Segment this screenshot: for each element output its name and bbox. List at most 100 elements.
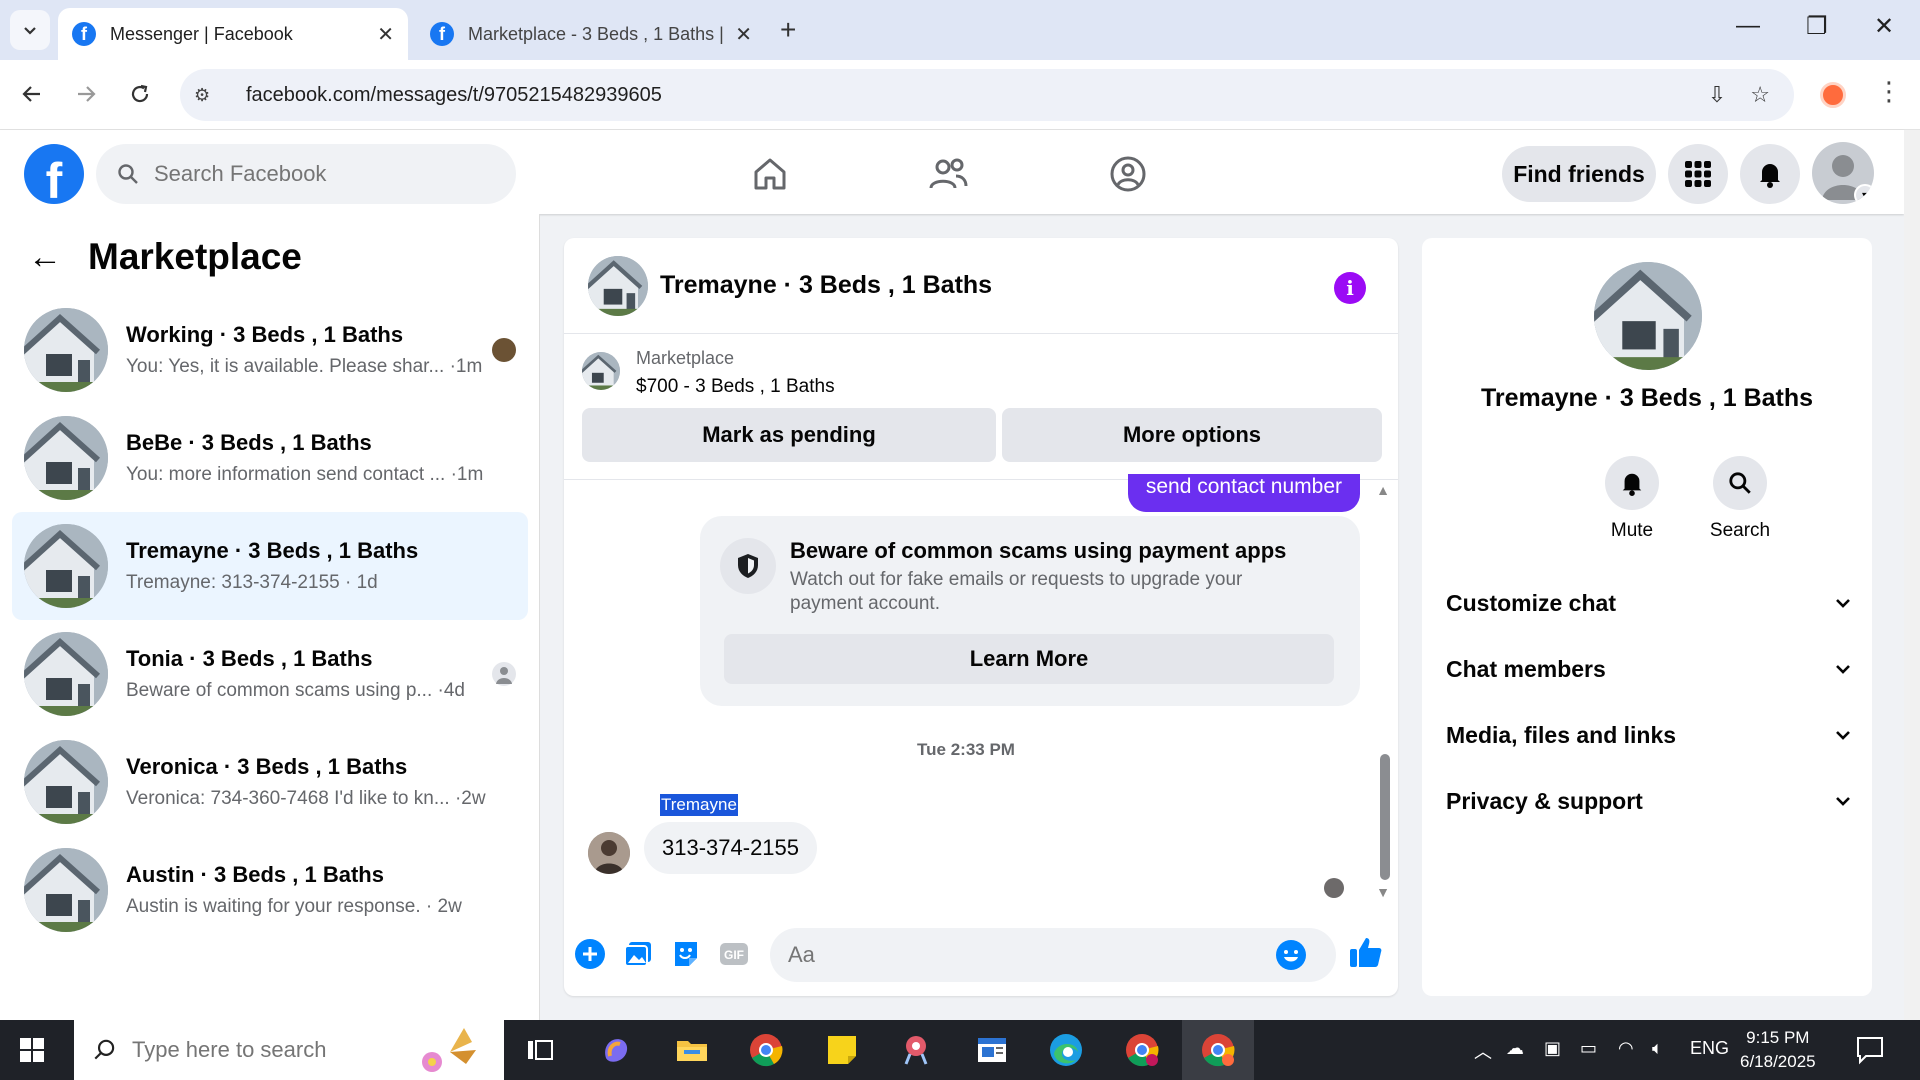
- search-action[interactable]: Search: [1700, 456, 1780, 542]
- extension-icon[interactable]: [1820, 82, 1846, 108]
- seen-avatar: [492, 338, 516, 362]
- minimize-icon[interactable]: —: [1736, 12, 1760, 40]
- chat-panel: Tremayne · 3 Beds , 1 Baths i Marketplac…: [564, 238, 1398, 996]
- page-scrollbar[interactable]: [1904, 130, 1920, 1020]
- tab-messenger[interactable]: f Messenger | Facebook ✕: [58, 8, 408, 60]
- arrow-right-icon: [78, 86, 96, 102]
- back-arrow-icon[interactable]: ←: [28, 238, 62, 277]
- site-settings-icon[interactable]: ⚙: [194, 85, 224, 106]
- customize-chat-row[interactable]: Customize chat: [1446, 578, 1852, 628]
- privacy-support-row[interactable]: Privacy & support: [1446, 776, 1852, 826]
- mute-action[interactable]: Mute: [1592, 456, 1672, 542]
- restore-icon[interactable]: ❐: [1806, 12, 1828, 41]
- show-hidden-icons[interactable]: ︿: [1474, 1038, 1492, 1064]
- media-files-links-row[interactable]: Media, files and links: [1446, 710, 1852, 760]
- facebook-search-input[interactable]: [154, 161, 474, 187]
- page-title: Marketplace: [88, 236, 302, 277]
- emoji-icon[interactable]: [1276, 940, 1306, 970]
- conversation-item[interactable]: BeBe · 3 Beds , 1 Baths You: more informa…: [12, 404, 528, 512]
- chat-header: Tremayne · 3 Beds , 1 Baths i: [564, 238, 1398, 334]
- notification-center-icon[interactable]: [1852, 1032, 1888, 1068]
- taskbar-search-input[interactable]: [132, 1037, 392, 1063]
- url-text[interactable]: facebook.com/messages/t/9705215482939605: [246, 84, 1708, 107]
- sticker-icon[interactable]: [670, 938, 702, 970]
- photo-icon[interactable]: [622, 938, 654, 970]
- reload-button[interactable]: [120, 74, 160, 114]
- sent-message-bubble[interactable]: send contact number: [1127, 474, 1360, 512]
- address-bar[interactable]: ⚙ facebook.com/messages/t/97052154829396…: [180, 69, 1794, 121]
- friends-icon[interactable]: [926, 152, 970, 196]
- snipping-tool-icon[interactable]: [898, 1032, 934, 1068]
- gif-icon[interactable]: GIF: [718, 938, 750, 970]
- close-window-icon[interactable]: ✕: [1874, 12, 1894, 41]
- copilot-icon[interactable]: [598, 1032, 634, 1068]
- thumbs-up-icon[interactable]: [1348, 934, 1384, 970]
- notifications-button[interactable]: [1740, 144, 1800, 204]
- close-tab-icon[interactable]: ✕: [377, 22, 394, 47]
- more-options-button[interactable]: More options: [1002, 408, 1382, 462]
- chat-members-row[interactable]: Chat members: [1446, 644, 1852, 694]
- account-avatar[interactable]: ▾: [1812, 142, 1874, 204]
- conversation-item[interactable]: Working · 3 Beds , 1 Baths You: Yes, it i…: [12, 296, 528, 404]
- close-tab-icon[interactable]: ✕: [735, 22, 752, 47]
- security-icon[interactable]: ▣: [1544, 1038, 1561, 1059]
- house-thumbnail: [24, 308, 108, 392]
- tab-title: Marketplace - 3 Beds , 1 Baths |: [468, 23, 724, 44]
- taskbar-search[interactable]: [74, 1020, 504, 1080]
- groups-icon[interactable]: [1106, 152, 1150, 196]
- listing-thumbnail[interactable]: [582, 352, 620, 390]
- chrome-icon[interactable]: [748, 1032, 784, 1068]
- conversation-item[interactable]: Tonia · 3 Beds , 1 Baths Beware of common…: [12, 620, 528, 728]
- chrome-profile-icon[interactable]: [1124, 1032, 1160, 1068]
- forward-button[interactable]: [66, 74, 106, 114]
- home-icon[interactable]: [748, 152, 792, 196]
- menu-button[interactable]: [1668, 144, 1728, 204]
- task-view-icon[interactable]: [522, 1032, 558, 1068]
- wifi-icon[interactable]: ◠: [1618, 1038, 1634, 1059]
- scroll-down-icon[interactable]: ▼: [1376, 884, 1390, 900]
- sender-avatar[interactable]: [588, 832, 630, 874]
- scroll-up-icon[interactable]: ▲: [1376, 482, 1390, 498]
- bookmark-star-icon[interactable]: ☆: [1750, 82, 1770, 108]
- onedrive-icon[interactable]: ☁: [1506, 1038, 1524, 1059]
- message-input-container[interactable]: [770, 928, 1336, 982]
- conversation-item[interactable]: Austin · 3 Beds , 1 Baths Austin is waiti…: [12, 836, 528, 944]
- learn-more-button[interactable]: Learn More: [724, 634, 1334, 684]
- info-house-avatar[interactable]: [1594, 262, 1702, 370]
- tab-search-button[interactable]: [10, 10, 50, 50]
- arrow-left-icon: [22, 86, 40, 102]
- chrome-active-icon[interactable]: [1200, 1032, 1236, 1068]
- install-app-icon[interactable]: ⇩: [1708, 82, 1726, 108]
- taskbar-clock[interactable]: 9:15 PM 6/18/2025: [1740, 1026, 1816, 1074]
- find-friends-button[interactable]: Find friends: [1502, 146, 1656, 202]
- chat-title[interactable]: Tremayne · 3 Beds , 1 Baths: [660, 271, 992, 300]
- language-indicator[interactable]: ENG: [1690, 1038, 1729, 1059]
- back-button[interactable]: [12, 74, 52, 114]
- plus-circle-icon[interactable]: [574, 938, 606, 970]
- conversation-name: BeBe · 3 Beds , 1 Baths: [126, 430, 372, 455]
- section-label: Privacy & support: [1446, 787, 1643, 814]
- conversation-snippet: Veronica: 734-360-7468 I'd like to kn...…: [126, 788, 486, 809]
- mark-as-pending-button[interactable]: Mark as pending: [582, 408, 996, 462]
- sticky-notes-icon[interactable]: [824, 1032, 860, 1068]
- battery-icon[interactable]: ▭: [1580, 1038, 1597, 1059]
- received-message-bubble[interactable]: 313-374-2155: [644, 822, 818, 874]
- edge-icon[interactable]: [1048, 1032, 1084, 1068]
- facebook-search[interactable]: [96, 144, 516, 204]
- browser-menu-icon[interactable]: ⋮: [1876, 76, 1902, 107]
- chat-scrollbar-thumb[interactable]: [1380, 754, 1390, 880]
- news-app-icon[interactable]: [974, 1032, 1010, 1068]
- info-icon[interactable]: i: [1334, 272, 1366, 304]
- volume-icon[interactable]: 🔈︎: [1652, 1038, 1663, 1059]
- search-icon: [118, 164, 138, 184]
- windows-start-icon[interactable]: [20, 1038, 44, 1062]
- tab-marketplace[interactable]: f Marketplace - 3 Beds , 1 Baths | ✕: [416, 8, 766, 60]
- facebook-logo-icon[interactable]: f: [24, 144, 84, 204]
- file-explorer-icon[interactable]: [674, 1032, 710, 1068]
- chat-house-thumbnail[interactable]: [588, 255, 648, 316]
- listing-price[interactable]: $700 - 3 Beds , 1 Baths: [636, 376, 835, 398]
- message-input[interactable]: [788, 942, 1238, 968]
- conversation-item[interactable]: Veronica · 3 Beds , 1 Baths Veronica: 734…: [12, 728, 528, 836]
- conversation-item-selected[interactable]: Tremayne · 3 Beds , 1 Baths Tremayne: 313…: [12, 512, 528, 620]
- new-tab-button[interactable]: +: [780, 14, 796, 46]
